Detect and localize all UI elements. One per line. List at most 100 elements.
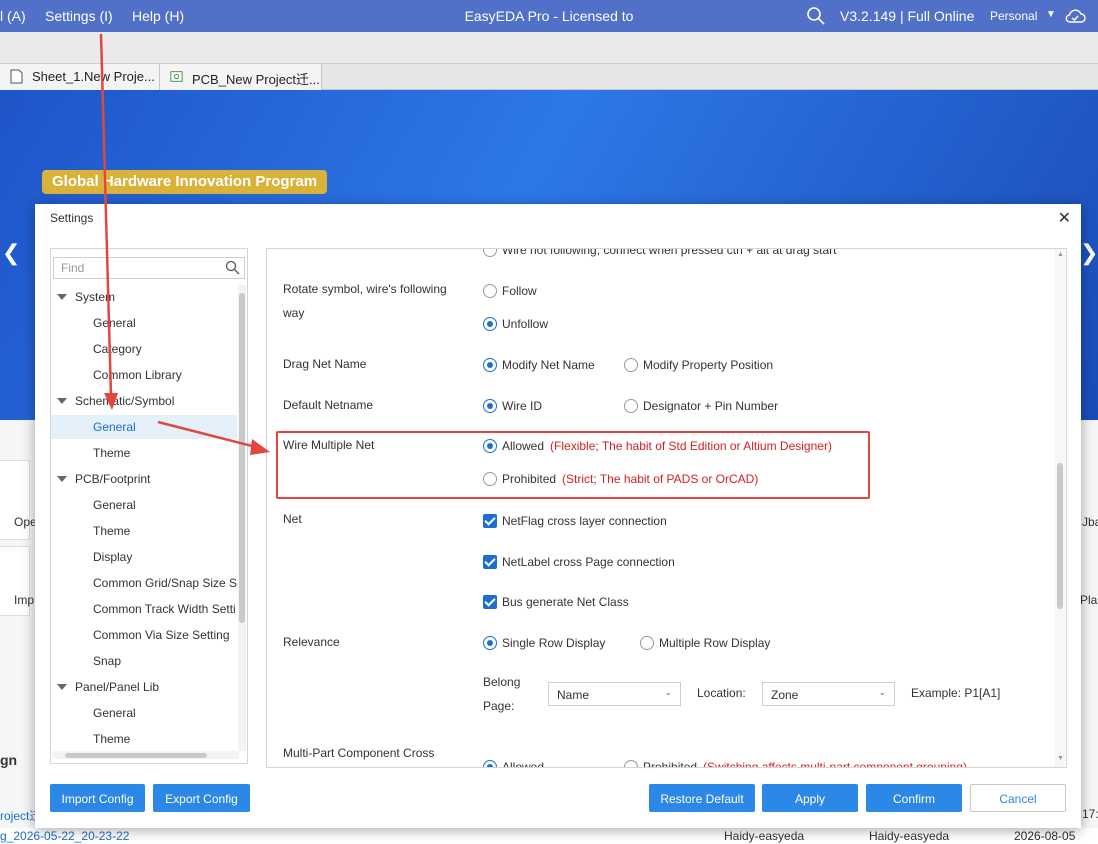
modify-net-name-option[interactable]: Modify Net Name [483,357,595,373]
default-netname-label: Default Netname [283,398,374,412]
tab-pcb[interactable]: PCB_New Project迁... [160,64,322,90]
bus-net-class-checkbox[interactable]: Bus generate Net Class [483,594,629,610]
tree-item-common-via-size-setting[interactable]: Common Via Size Setting [51,623,237,647]
tree-item-general[interactable]: General [51,311,237,335]
tree-item-category[interactable]: Category [51,337,237,361]
caret-down-icon[interactable] [57,294,67,300]
belong-label-line-1: Belong [483,675,521,689]
account-selector[interactable]: Personal [990,9,1037,23]
multiple-row-option[interactable]: Multiple Row Display [640,635,770,651]
single-row-option[interactable]: Single Row Display [483,635,605,651]
tree-item-label: Theme [93,446,131,460]
radio-button[interactable] [483,472,497,486]
radio-button[interactable] [483,284,497,298]
import-config-button[interactable]: Import Config [50,784,145,812]
tree-item-label: Schematic/Symbol [75,394,175,408]
option-label: Bus generate Net Class [502,595,629,609]
belong-page-select[interactable]: Name ⌄ [548,682,681,706]
export-config-button[interactable]: Export Config [153,784,250,812]
mp-prohibited-option[interactable]: Prohibited (Switching affects multi-part … [624,759,967,767]
wire-connect-option[interactable]: Wire not following, connect when pressed… [483,248,837,258]
radio-button[interactable] [624,358,638,372]
radio-button[interactable] [483,760,497,767]
radio-button[interactable] [483,399,497,413]
restore-default-button[interactable]: Restore Default [649,784,755,812]
caret-down-icon[interactable] [57,398,67,404]
tree-item-label: Category [93,342,142,356]
document-tab-bar: Sheet_1.New Proje... PCB_New Project迁... [0,64,1098,90]
tree-item-theme[interactable]: Theme [51,727,237,751]
tree-item-display[interactable]: Display [51,545,237,569]
confirm-button[interactable]: Confirm [866,784,962,812]
checkbox[interactable] [483,555,497,569]
scroll-up-icon[interactable]: ▲ [1057,251,1064,258]
tree-item-general[interactable]: General [51,415,237,439]
search-icon[interactable] [225,260,240,275]
tree-item-common-grid-snap-size-s[interactable]: Common Grid/Snap Size S [51,571,237,595]
apply-button[interactable]: Apply [762,784,858,812]
caret-down-icon[interactable] [57,476,67,482]
wmn-prohibited-option[interactable]: Prohibited (Strict; The habit of PADS or … [483,471,758,487]
tree-item-theme[interactable]: Theme [51,519,237,543]
caret-down-icon[interactable] [57,684,67,690]
search-icon[interactable] [806,6,826,26]
tree-item-system[interactable]: System [51,285,237,309]
chevron-down-icon[interactable]: ▼ [1046,9,1056,20]
scrollbar-thumb[interactable] [239,293,245,623]
drag-net-name-label: Drag Net Name [283,357,367,371]
content-vertical-scrollbar[interactable]: ▲ ▼ [1055,249,1065,767]
radio-button[interactable] [483,636,497,650]
tree-item-label: System [75,290,116,304]
rotate-label-line-1: Rotate symbol, wire's following [283,282,447,296]
tab-sheet[interactable]: Sheet_1.New Proje... [0,64,160,90]
allowed-note: (Flexible; The habit of Std Edition or A… [550,439,832,453]
rotate-unfollow-option[interactable]: Unfollow [483,316,548,332]
checkbox[interactable] [483,514,497,528]
modify-property-position-option[interactable]: Modify Property Position [624,357,773,373]
scrollbar-thumb[interactable] [65,753,207,758]
find-input[interactable] [54,258,224,278]
prohibited-note: (Strict; The habit of PADS or OrCAD) [562,472,759,486]
tree-item-panel-panel-lib[interactable]: Panel/Panel Lib [51,675,237,699]
close-icon[interactable]: ✕ [1058,208,1071,228]
mp-allowed-option[interactable]: Allowed [483,759,544,767]
multi-part-label: Multi-Part Component Cross [283,746,435,760]
scroll-down-icon[interactable]: ▼ [1057,755,1064,762]
tree-item-snap[interactable]: Snap [51,649,237,673]
chevron-left-icon[interactable]: ❮ [2,240,20,266]
radio-button[interactable] [483,439,497,453]
tree-item-theme[interactable]: Theme [51,441,237,465]
radio-button[interactable] [624,760,638,767]
chevron-down-icon: ⌄ [878,687,886,697]
radio-button[interactable] [624,399,638,413]
rotate-follow-option[interactable]: Follow [483,283,537,299]
tree-item-general[interactable]: General [51,701,237,725]
tree-vertical-scrollbar[interactable] [238,285,246,751]
netflag-cross-layer-checkbox[interactable]: NetFlag cross layer connection [483,513,667,529]
chevron-right-icon[interactable]: ❯ [1080,240,1098,266]
tree-item-pcb-footprint[interactable]: PCB/Footprint [51,467,237,491]
tree-item-schematic-symbol[interactable]: Schematic/Symbol [51,389,237,413]
radio-button[interactable] [483,249,497,257]
cloud-icon[interactable] [1064,7,1086,25]
wire-id-option[interactable]: Wire ID [483,398,542,414]
radio-button[interactable] [640,636,654,650]
wmn-allowed-option[interactable]: Allowed (Flexible; The habit of Std Editi… [483,438,832,454]
tree-item-common-track-width-setti[interactable]: Common Track Width Setti [51,597,237,621]
tree-horizontal-scrollbar[interactable] [53,751,239,759]
tree-item-general[interactable]: General [51,493,237,517]
checkbox[interactable] [483,595,497,609]
cancel-button[interactable]: Cancel [970,784,1066,812]
designator-pin-option[interactable]: Designator + Pin Number [624,398,778,414]
location-select[interactable]: Zone ⌄ [762,682,895,706]
option-label: Wire ID [502,399,542,413]
netlabel-cross-page-checkbox[interactable]: NetLabel cross Page connection [483,554,675,570]
radio-button[interactable] [483,317,497,331]
radio-button[interactable] [483,358,497,372]
file-link[interactable]: g_2026-05-22_20-23-22 [0,829,129,843]
tree-item-common-library[interactable]: Common Library [51,363,237,387]
relevance-label: Relevance [283,635,340,649]
tree-item-label: Common Library [93,368,182,382]
option-label: Wire not following, connect when pressed… [502,248,837,257]
scrollbar-thumb[interactable] [1057,463,1063,609]
